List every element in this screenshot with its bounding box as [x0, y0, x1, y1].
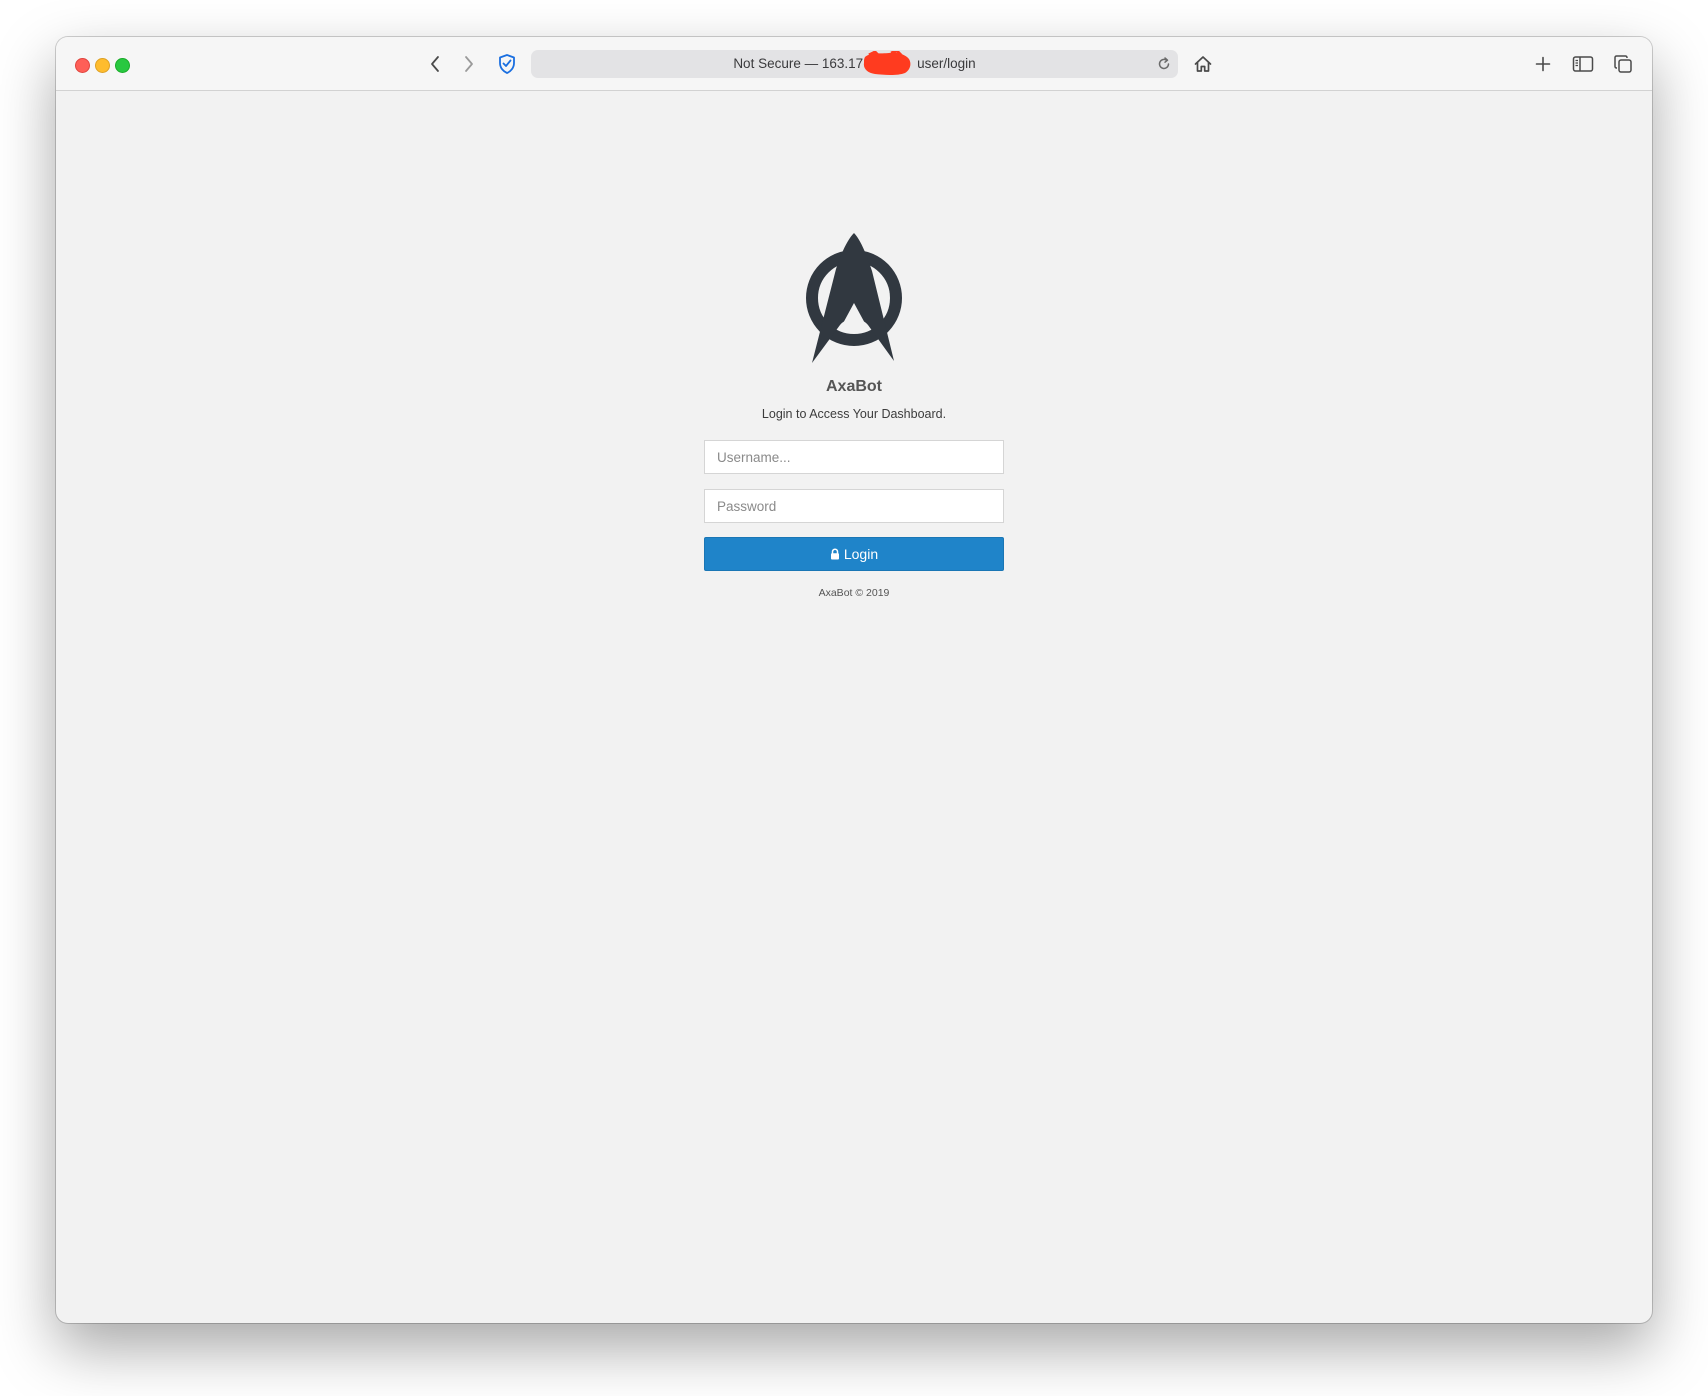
forward-button[interactable] [456, 51, 482, 77]
login-button-label: Login [843, 546, 879, 562]
home-icon [1194, 56, 1212, 72]
password-input[interactable] [704, 489, 1004, 523]
redaction-mark [863, 51, 911, 75]
minimize-window-button[interactable] [95, 58, 110, 73]
login-button[interactable]: Login [704, 537, 1004, 571]
close-window-button[interactable] [75, 58, 90, 73]
chevron-left-icon [431, 56, 439, 72]
privacy-report-button[interactable] [494, 51, 520, 77]
shield-icon [499, 54, 515, 74]
chevron-right-icon [465, 56, 473, 72]
address-bar[interactable]: Not Secure — 163.17 user/login [531, 50, 1178, 78]
plus-icon [1535, 56, 1551, 72]
reload-icon[interactable] [1156, 56, 1172, 72]
maximize-window-button[interactable] [115, 58, 130, 73]
tab-overview-button[interactable] [1610, 51, 1636, 77]
brand-name: AxaBot [825, 378, 882, 395]
sidebar-icon [1572, 56, 1594, 72]
browser-toolbar: Not Secure — 163.17 user/login [56, 37, 1652, 91]
copyright-footer: AxaBot © 2019 [818, 587, 890, 599]
back-button[interactable] [422, 51, 448, 77]
new-tab-button[interactable] [1530, 51, 1556, 77]
lock-icon [830, 548, 840, 560]
browser-window: Not Secure — 163.17 user/login AxaBot Lo… [56, 37, 1652, 1323]
page-content: AxaBot Login to Access Your Dashboard. L… [56, 91, 1652, 1323]
sidebar-button[interactable] [1570, 51, 1596, 77]
username-input[interactable] [704, 440, 1004, 474]
tabs-overview-icon [1614, 55, 1632, 73]
axabot-logo [806, 233, 902, 363]
address-bar-text: Not Secure — 163.17 user/login [733, 56, 976, 71]
login-subtitle: Login to Access Your Dashboard. [761, 407, 947, 421]
home-button[interactable] [1190, 51, 1216, 77]
